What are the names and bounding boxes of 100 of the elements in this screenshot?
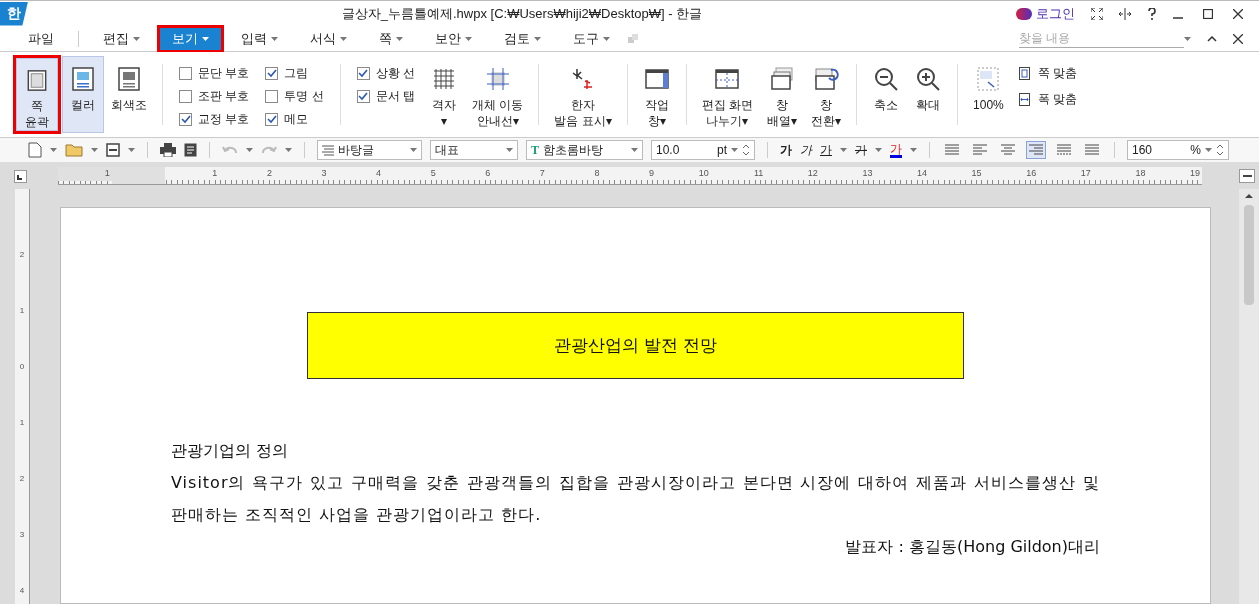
checkbox-option[interactable]: 상황 선 [356,64,416,82]
puzzle-icon [626,32,640,45]
fit-width-icon [1018,92,1030,106]
strikethrough-button[interactable]: 가 [855,141,867,159]
menu-tab[interactable]: 쪽 [367,27,415,50]
caret-icon [840,148,847,152]
menu-tab[interactable]: 파일 [16,27,66,50]
maximize-icon[interactable] [1203,8,1213,19]
align-icon [973,144,987,156]
ribbon-button[interactable]: 창 배열▾ [760,56,805,133]
line-spacing-field[interactable]: 160 % [1127,140,1229,160]
ribbon-button[interactable]: 격자 ▾ [423,56,466,133]
spinner-icon[interactable] [742,143,750,157]
menu-tab[interactable]: 도구 [561,27,622,50]
scroll-up-icon[interactable] [1243,191,1255,201]
horizontal-ruler: 1 1 2 3 4 5 6 7 8 9 10 11 12 13 14 15 16 17 18 19 [58,167,1202,185]
ribbon-button[interactable]: 100% [966,56,1011,133]
checkbox[interactable] [179,66,192,80]
caret-icon [875,148,882,152]
ribbon-button[interactable]: 컬러 [62,56,104,133]
fullscreen-icon[interactable] [1091,7,1103,20]
caret-icon [50,148,57,152]
folder-icon[interactable] [65,143,83,157]
caret-icon [506,148,513,152]
align-icon [1029,144,1043,156]
checkbox[interactable] [265,112,279,126]
chevron-up-icon[interactable] [1207,35,1217,42]
ribbon-button[interactable]: 작업 창▾ [635,56,678,133]
italic-button[interactable]: 가 [800,141,812,159]
caret-icon [410,148,417,152]
font-icon: T [531,141,539,159]
caret-icon [731,148,738,152]
menu-tab[interactable]: 보기 [160,27,221,50]
checkbox-option[interactable]: 메모 [265,110,324,128]
align-icon [1001,144,1015,156]
close-icon[interactable] [1233,8,1243,19]
checkbox-option[interactable]: 문서 탭 [356,87,416,105]
style-variant-select[interactable]: 대표 [430,140,518,160]
ribbon-button[interactable]: 한자 발음 표시▾ [547,56,619,133]
preview-icon[interactable] [184,143,197,157]
caret-icon [246,148,253,152]
checkbox[interactable] [179,89,192,103]
help-icon[interactable] [1147,7,1157,20]
save-icon[interactable] [106,143,120,157]
style-select[interactable]: 바탕글 [317,140,422,160]
caret-icon [128,148,135,152]
login-link[interactable]: 로그인 [1036,3,1075,24]
menu-tab[interactable]: 서식 [298,27,359,50]
checkbox-option[interactable]: 문단 부호 [179,64,250,82]
checkbox-option[interactable]: 조판 부호 [179,87,250,105]
new-document-icon[interactable] [28,142,42,158]
font-size-field[interactable]: 10.0 pt [651,140,755,160]
checkmark-icon [358,68,369,78]
fit-button[interactable]: 폭 맞춤 [1018,90,1078,108]
checkbox[interactable] [356,66,370,80]
caret-icon [1184,36,1191,41]
scroll-split-button[interactable] [1239,169,1255,183]
paragraph-lines-icon [322,144,334,156]
checkbox-option[interactable]: 그림 [265,64,324,82]
menu-tab[interactable]: 입력 [229,27,290,50]
caret-icon [1205,148,1212,152]
checkbox[interactable] [356,89,370,103]
ribbon-button[interactable]: 회색조 [104,56,154,133]
menu-tab[interactable]: 검토 [492,27,553,50]
scrollbar-thumb[interactable] [1244,205,1254,305]
print-icon[interactable] [160,143,176,157]
align-icon [1057,144,1071,156]
caret-icon [631,148,638,152]
checkbox-option[interactable]: 투명 선 [265,87,324,105]
vertical-ruler: 2 1 0 1 2 3 4 [15,189,30,604]
picture-document-icon [69,65,97,93]
search-field[interactable]: 찾을 내용 [1019,29,1184,48]
ribbon-button[interactable]: 쪽 윤곽 [16,58,58,131]
bold-button[interactable]: 가 [780,141,792,159]
fit-button[interactable]: 쪽 맞춤 [1018,64,1078,82]
ribbon-button[interactable]: 축소 [865,56,908,133]
underline-button[interactable]: 가 [820,141,832,159]
font-select[interactable]: T 함초롬바탕 [526,140,643,160]
caret-icon [285,148,292,152]
font-color-button[interactable]: 가 [890,142,902,158]
checkbox[interactable] [265,89,279,103]
ribbon-button[interactable]: 개체 이동 안내선▾ [465,56,531,133]
checkmark-icon [266,68,277,78]
resize-icon[interactable] [1119,7,1131,20]
menu-tab[interactable]: 편집 [91,27,152,50]
picture-document-icon [115,65,143,93]
checkbox[interactable] [179,112,192,126]
window-title: 글상자_누름틀예제.hwpx [C:₩Users₩hiji2₩Desktop₩] - 한글 [341,5,703,21]
tab-type-icon[interactable] [14,169,27,183]
login-icon [1016,7,1032,20]
ribbon-button[interactable]: 창 전환▾ [804,56,849,133]
vertical-scrollbar[interactable] [1239,189,1259,604]
checkbox[interactable] [265,66,279,80]
ribbon-button[interactable]: 편집 화면 나누기▾ [694,56,761,133]
spinner-icon[interactable] [1216,143,1224,157]
checkbox-option[interactable]: 교정 부호 [179,110,250,128]
checkmark-icon [266,114,277,124]
menu-tab[interactable]: 보안 [423,27,484,50]
ribbon-button[interactable]: 확대 [907,56,950,133]
close-icon[interactable] [1233,33,1243,44]
